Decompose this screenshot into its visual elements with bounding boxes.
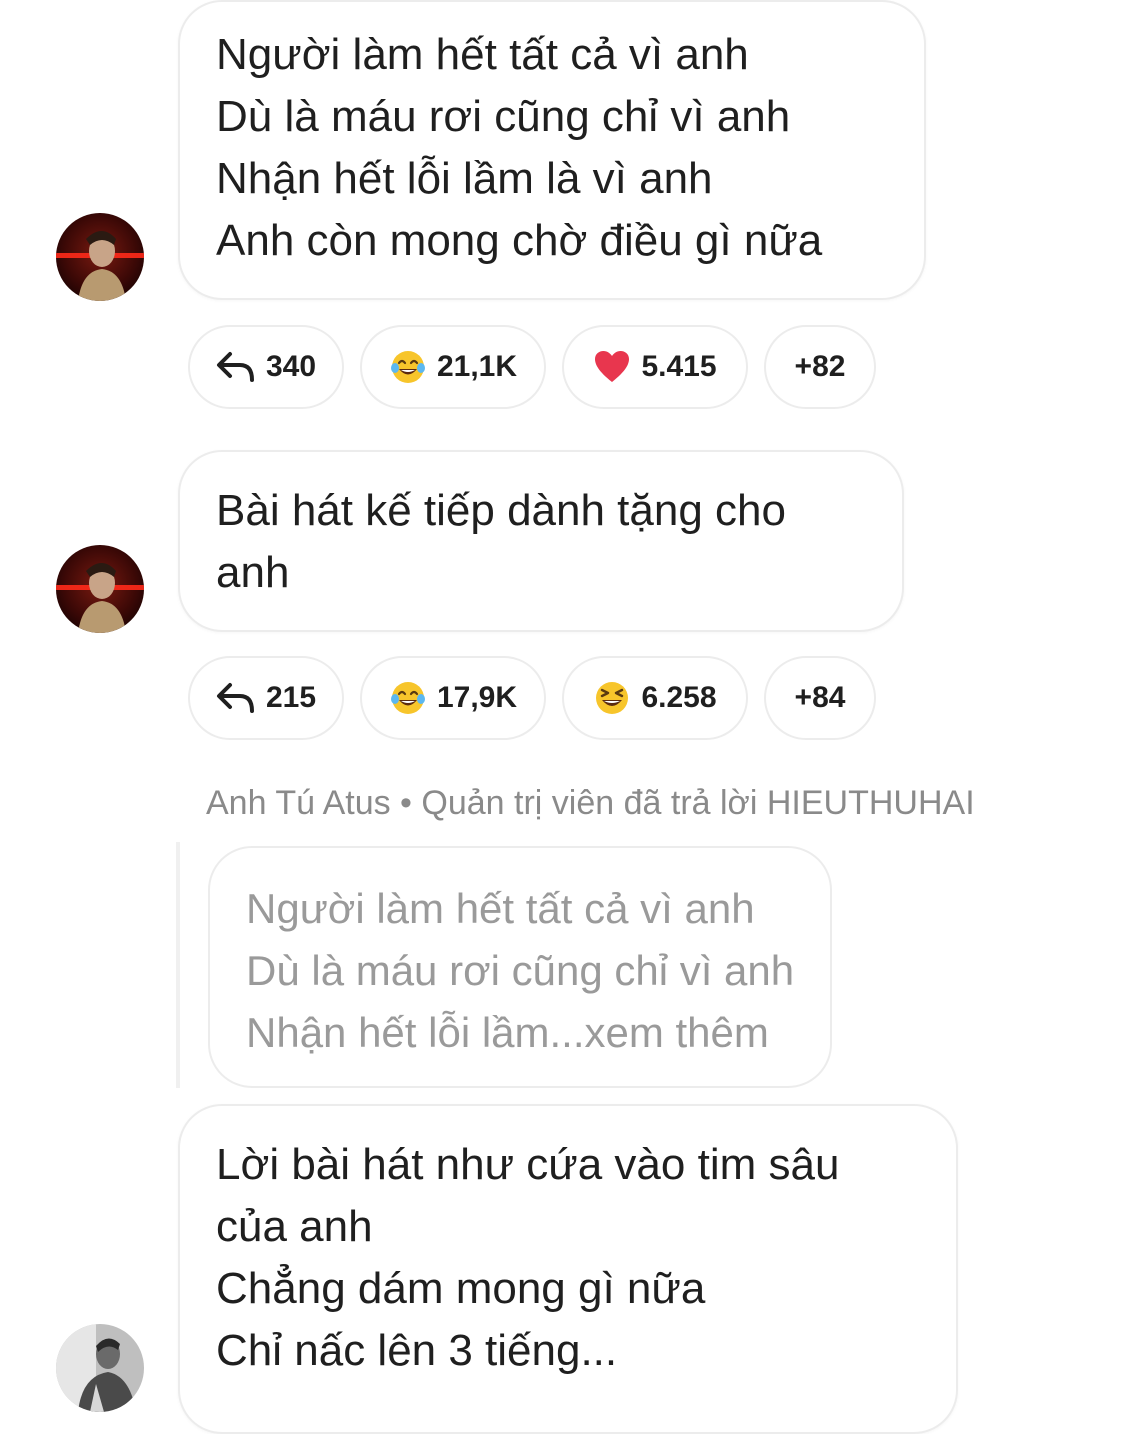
comment-line: của anh — [216, 1202, 373, 1251]
comment-bubble[interactable]: Lời bài hát như cứa vào tim sâu của anh … — [178, 1104, 958, 1434]
more-reactions-count: +82 — [794, 350, 846, 383]
comment-line: Chỉ nấc lên 3 tiếng... — [216, 1326, 618, 1375]
avatar[interactable] — [56, 545, 144, 633]
reaction-bar: 215 17,9K 6.258 +84 — [188, 656, 876, 740]
avatar[interactable] — [56, 213, 144, 301]
heart-icon — [595, 351, 630, 382]
reaction-chip-heart[interactable]: 5.415 — [562, 325, 748, 409]
more-reactions-count: +84 — [794, 681, 846, 714]
reply-attribution[interactable]: Anh Tú Atus • Quản trị viên đã trả lời H… — [206, 784, 975, 823]
reply-button[interactable]: 215 — [188, 656, 344, 740]
reaction-chip-laugh[interactable]: 21,1K — [360, 325, 546, 409]
thread-line — [176, 842, 180, 1088]
avatar-image — [56, 213, 144, 301]
comment-line: Bài hát kế tiếp dành tặng cho — [216, 486, 786, 535]
reaction-chip-grin[interactable]: 6.258 — [562, 656, 748, 740]
comment-line: Anh còn mong chờ điều gì nữa — [216, 216, 823, 265]
comment-line: Người làm hết tất cả vì anh — [216, 30, 749, 79]
comment-bubble[interactable]: Người làm hết tất cả vì anh Dù là máu rơ… — [178, 0, 926, 300]
comment-line: Dù là máu rơi cũng chỉ vì anh — [216, 92, 791, 141]
avatar-image — [56, 545, 144, 633]
comment-line: Chẳng dám mong gì nữa — [216, 1264, 706, 1313]
avatar-image — [56, 1324, 144, 1412]
avatar[interactable] — [56, 1324, 144, 1412]
more-reactions-button[interactable]: +82 — [764, 325, 876, 409]
comment-line: Lời bài hát như cứa vào tim sâu — [216, 1140, 840, 1189]
reaction-chip-laugh[interactable]: 17,9K — [360, 656, 546, 740]
comment-line: Nhận hết lỗi lầm là vì anh — [216, 154, 713, 203]
laugh-count: 17,9K — [436, 681, 518, 714]
heart-count: 5.415 — [641, 350, 717, 383]
reply-count: 215 — [265, 681, 317, 714]
laugh-cry-emoji-icon — [390, 351, 425, 383]
comment-line: anh — [216, 548, 290, 597]
reply-arrow-icon — [216, 352, 254, 382]
laugh-count: 21,1K — [436, 350, 518, 383]
quoted-comment[interactable]: Người làm hết tất cả vì anh Dù là máu rơ… — [208, 846, 832, 1088]
quoted-line: Người làm hết tất cả vì anh — [246, 885, 755, 932]
more-reactions-button[interactable]: +84 — [764, 656, 876, 740]
laugh-cry-emoji-icon — [390, 682, 425, 714]
grin-squint-emoji-icon — [596, 682, 629, 714]
quoted-line: Dù là máu rơi cũng chỉ vì anh — [246, 947, 795, 994]
grin-count: 6.258 — [641, 681, 717, 714]
reply-arrow-icon — [216, 683, 254, 713]
reply-button[interactable]: 340 — [188, 325, 344, 409]
comment-bubble[interactable]: Bài hát kế tiếp dành tặng cho anh — [178, 450, 904, 632]
reply-count: 340 — [265, 350, 317, 383]
quoted-line-see-more[interactable]: Nhận hết lỗi lầm...xem thêm — [246, 1002, 794, 1064]
reaction-bar: 340 21,1K 5.415 +82 — [188, 325, 876, 409]
